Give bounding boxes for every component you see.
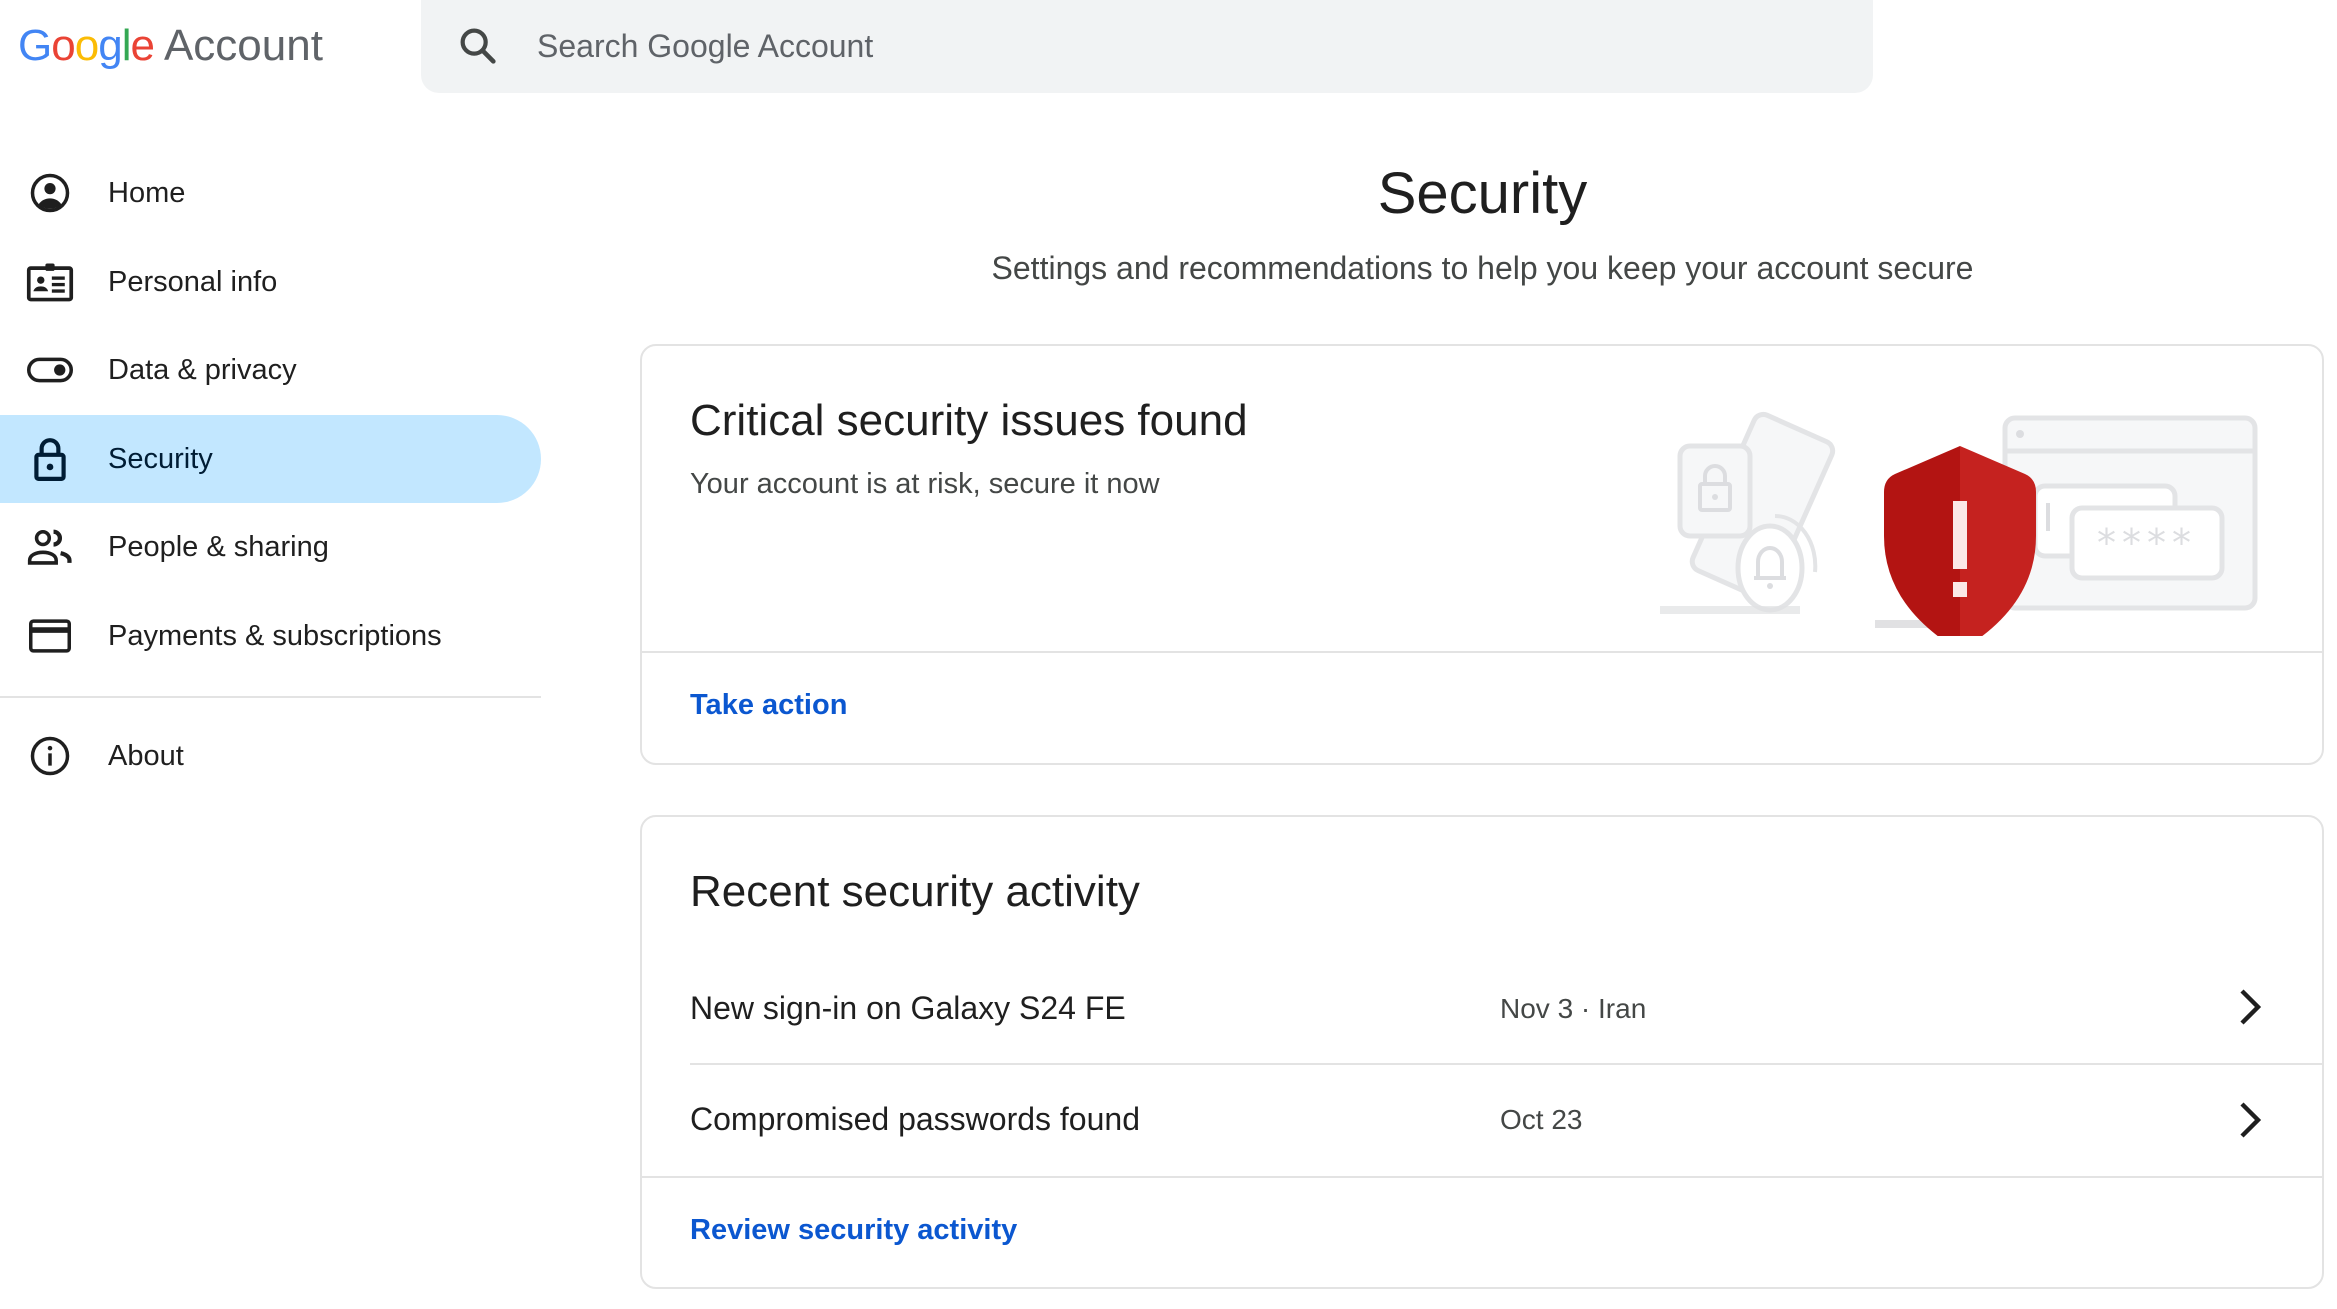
alert-title: Critical security issues found <box>690 396 1248 445</box>
activity-row-meta: Nov 3 · Iran <box>1500 993 1647 1024</box>
page-subtitle: Settings and recommendations to help you… <box>991 250 1974 286</box>
activity-row-title: Compromised passwords found <box>690 1101 1140 1137</box>
sidebar-item-personal-info[interactable]: Personal info <box>0 238 541 326</box>
people-icon <box>26 523 74 571</box>
sidebar-item-about[interactable]: About <box>0 712 541 800</box>
page-title: Security <box>1377 161 1588 226</box>
activity-row[interactable]: New sign-in on Galaxy S24 FE Nov 3 · Ira… <box>642 952 2322 1064</box>
recent-activity-card: Recent security activity New sign-in on … <box>640 815 2324 1289</box>
activity-row-title: New sign-in on Galaxy S24 FE <box>690 990 1126 1026</box>
sidebar-item-people-sharing[interactable]: People & sharing <box>0 503 541 591</box>
sidebar-item-label: People & sharing <box>108 530 329 563</box>
take-action-link[interactable]: Take action <box>690 689 847 722</box>
review-security-activity-link[interactable]: Review security activity <box>690 1214 1017 1247</box>
sidebar-item-label: Security <box>108 442 213 475</box>
browser-window-icon: **** <box>2002 415 2258 611</box>
sidebar-item-label: Payments & subscriptions <box>108 619 442 652</box>
info-icon <box>26 732 74 780</box>
logo-letter: o <box>74 21 100 70</box>
logo-letter: o <box>51 21 76 70</box>
lock-icon <box>26 435 74 483</box>
search-input[interactable] <box>537 20 1837 72</box>
sidebar-item-label: Data & privacy <box>108 353 297 386</box>
google-wordmark: Google <box>18 21 155 71</box>
lock-tile-icon <box>1677 443 1753 539</box>
critical-issues-card: Critical security issues found Your acco… <box>640 344 2324 765</box>
logo-letter: G <box>18 21 52 70</box>
card-divider <box>642 1176 2322 1178</box>
sidebar-item-security[interactable]: Security <box>0 415 541 503</box>
logo-product-name: Account <box>163 21 323 70</box>
chevron-right-icon <box>2240 989 2262 1025</box>
chevron-right-icon <box>2240 1102 2262 1138</box>
sidebar-item-label: About <box>108 739 184 772</box>
toggle-icon <box>26 346 74 394</box>
logo-letter: e <box>130 21 155 70</box>
sidebar-item-home[interactable]: Home <box>0 149 541 237</box>
credit-card-icon <box>26 612 74 660</box>
activity-title: Recent security activity <box>690 867 1140 916</box>
svg-text:****: **** <box>2097 521 2197 565</box>
security-warning-illustration: **** <box>1660 411 2258 636</box>
search-icon[interactable] <box>455 23 501 69</box>
id-card-icon <box>26 258 74 306</box>
account-circle-icon <box>26 169 74 217</box>
logo-letter: g <box>98 21 123 70</box>
activity-row-meta: Oct 23 <box>1500 1104 1583 1135</box>
sidebar-item-label: Home <box>108 176 186 209</box>
google-account-logo[interactable]: Google Account <box>18 18 323 74</box>
card-divider <box>642 651 2322 653</box>
sidebar-item-payments[interactable]: Payments & subscriptions <box>0 592 541 680</box>
sidebar-item-data-privacy[interactable]: Data & privacy <box>0 326 541 414</box>
sidebar-divider <box>0 696 541 698</box>
sidebar-item-label: Personal info <box>108 265 278 298</box>
activity-row[interactable]: Compromised passwords found Oct 23 <box>642 1065 2322 1177</box>
alert-description: Your account is at risk, secure it now <box>690 468 1160 500</box>
